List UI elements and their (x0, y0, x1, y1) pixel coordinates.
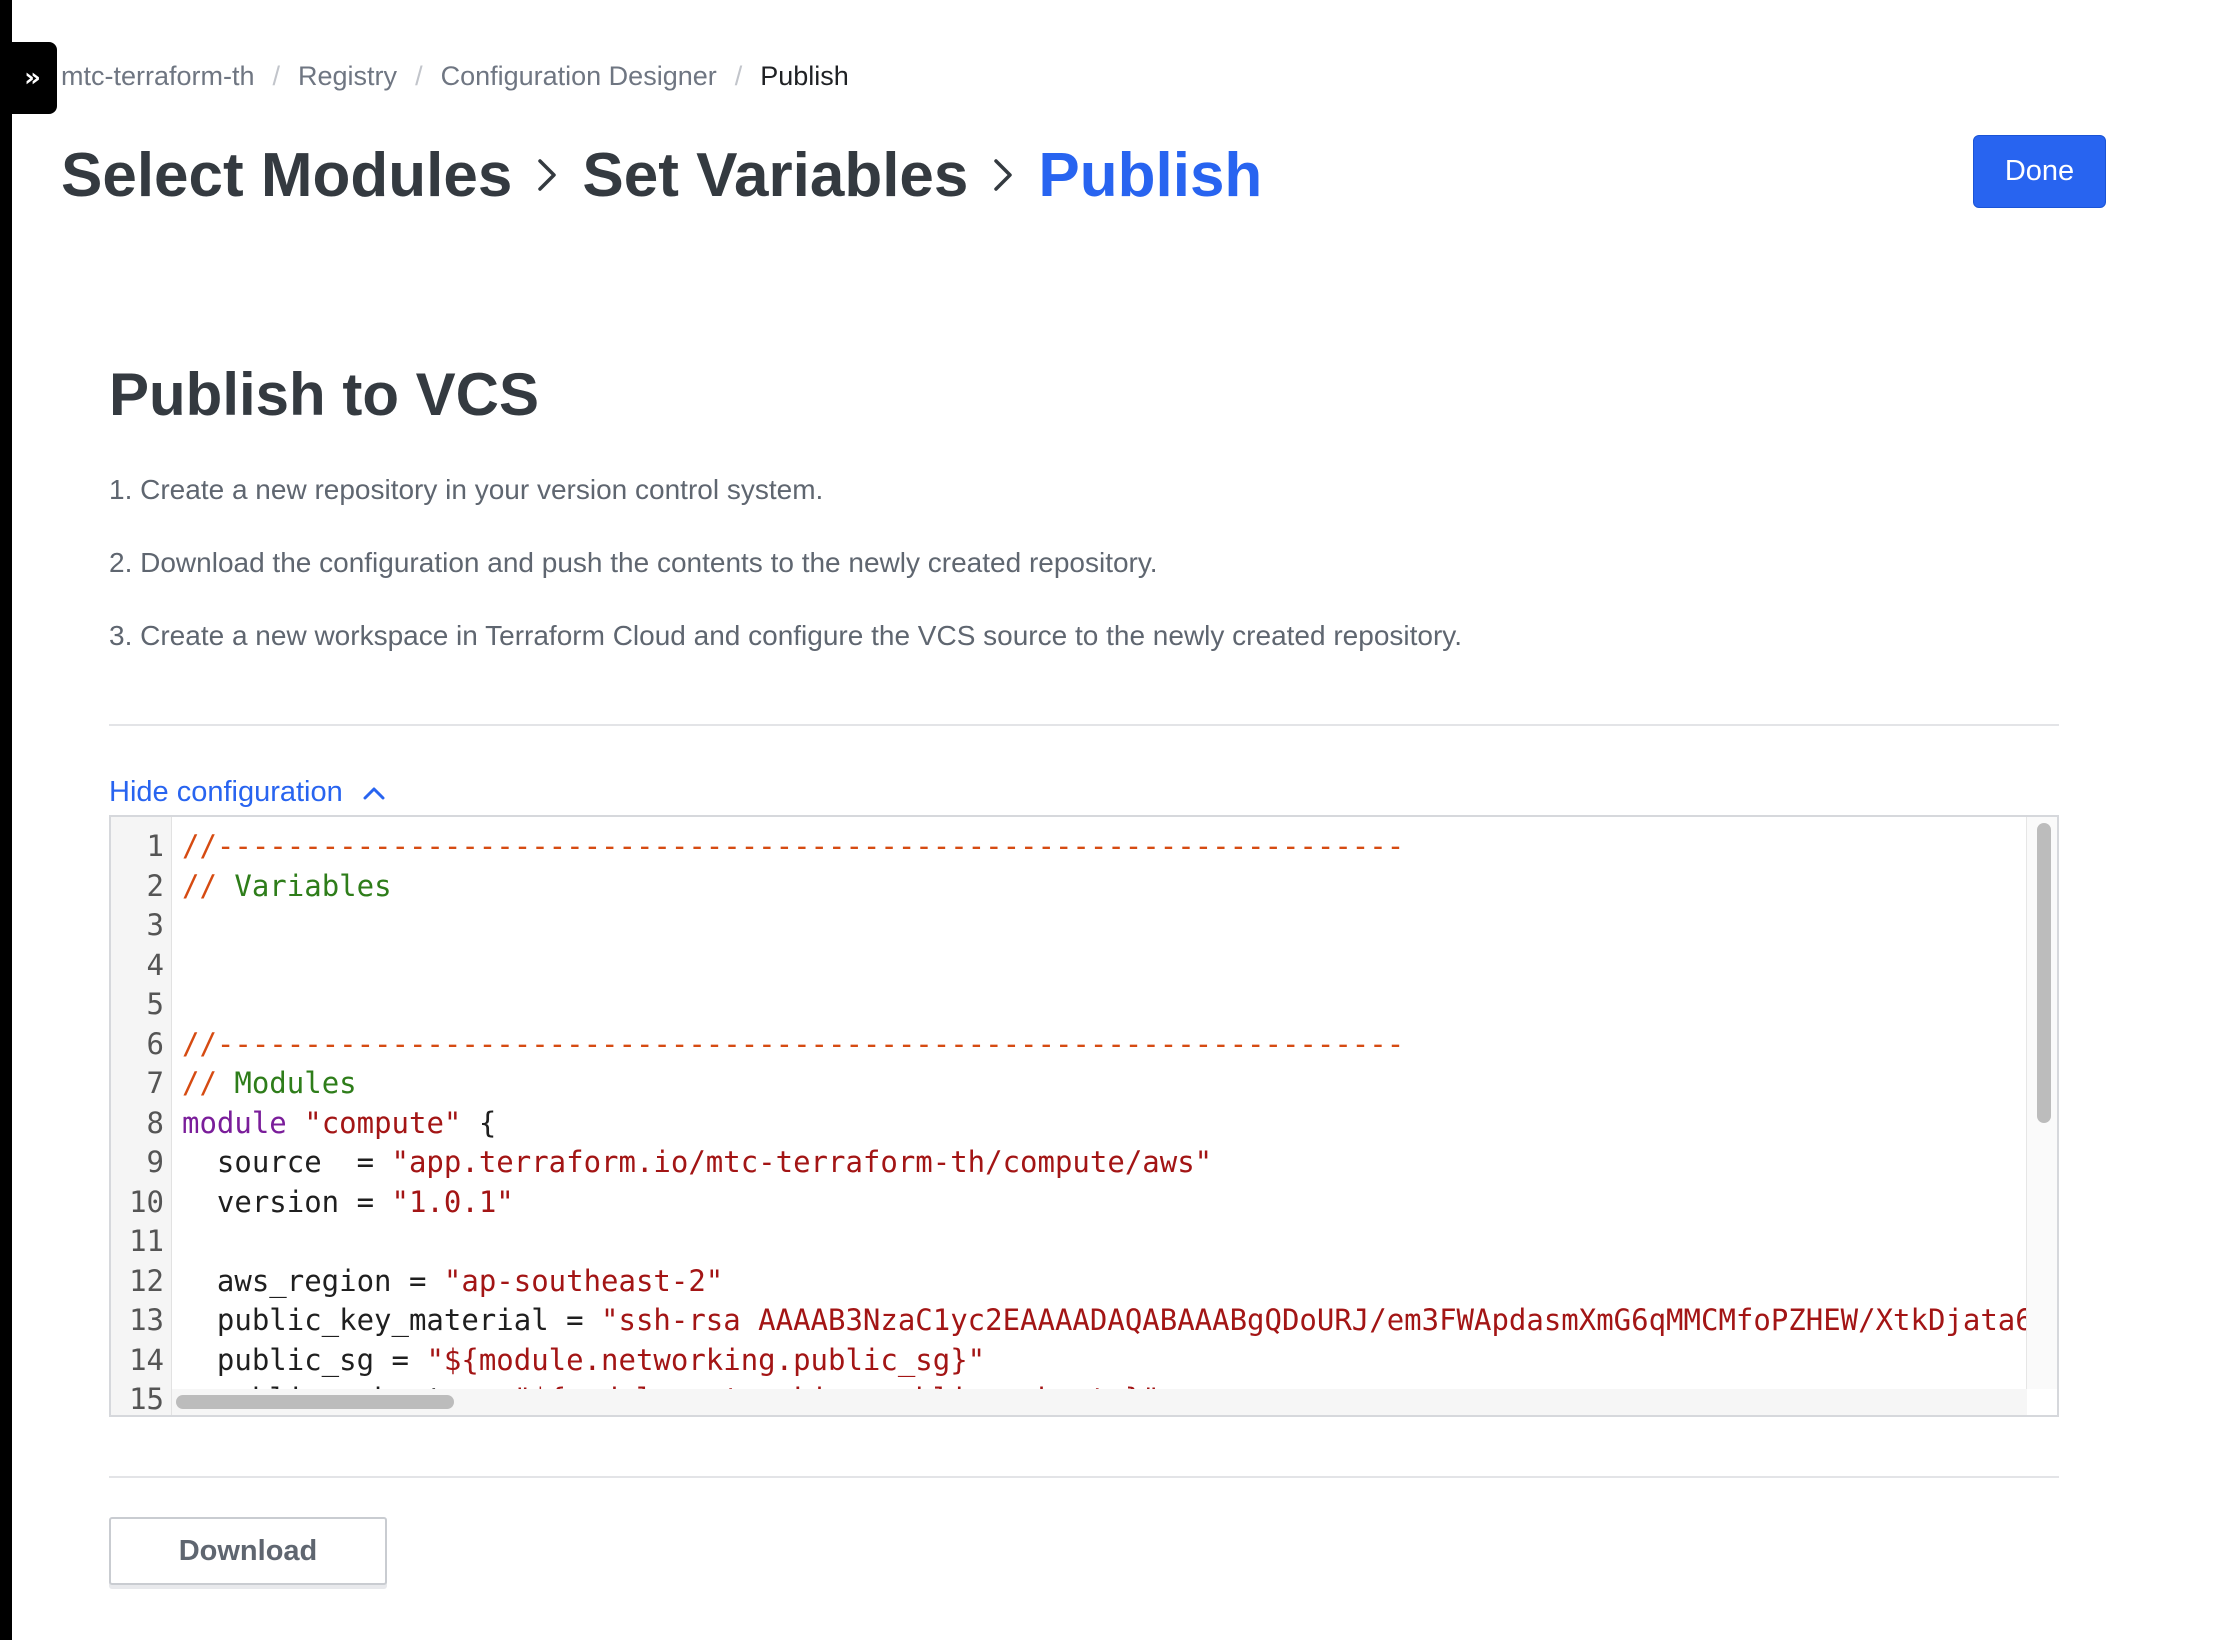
code-text: //--------------------------------------… (172, 827, 2042, 867)
code-token: source = (182, 1145, 392, 1179)
code-token: "ssh-rsa AAAAB3NzaC1yc2EAAAADAQABAAABgQD… (601, 1303, 2042, 1337)
code-text: //--------------------------------------… (172, 1025, 2042, 1065)
code-text: // Variables (172, 867, 2042, 907)
breadcrumb-configuration-designer[interactable]: Configuration Designer (441, 61, 717, 92)
code-token: //--------------------------------------… (182, 829, 1405, 863)
line-number: 15 (129, 1382, 164, 1416)
code-line: 13 public_key_material = "ssh-rsa AAAAB3… (111, 1301, 2057, 1341)
toggle-label: Hide configuration (109, 776, 343, 808)
code-token: "app.terraform.io/mtc-terraform-th/compu… (391, 1145, 1213, 1179)
code-token: "compute" (304, 1105, 462, 1140)
sidebar-expand-button[interactable]: » (0, 42, 57, 114)
chevron-up-icon (363, 787, 385, 799)
line-number: 4 (146, 947, 164, 982)
code-lines: 1 //-------------------------------------… (111, 827, 2057, 1416)
code-token: //--------------------------------------… (182, 1026, 1405, 1061)
code-line: 4 (111, 946, 2057, 986)
code-token: public_key_material = (182, 1303, 602, 1337)
code-text: source = "app.terraform.io/mtc-terraform… (172, 1143, 2042, 1183)
code-editor[interactable]: 1 //-------------------------------------… (109, 815, 2059, 1417)
wizard-steps: Select Modules Set Variables Publish (61, 135, 1262, 215)
code-line: 5 (111, 985, 2057, 1025)
code-text: // Modules (172, 1064, 2042, 1104)
instruction-list: 1. Create a new repository in your versi… (109, 474, 1462, 693)
divider (109, 1476, 2059, 1478)
code-text: version = "1.0.1" (172, 1183, 2042, 1223)
breadcrumb-org[interactable]: mtc-terraform-th (61, 61, 255, 92)
code-line: 1 //-------------------------------------… (111, 827, 2057, 867)
code-token: "ap-southeast-2" (443, 1263, 724, 1298)
code-token: "${module.networking.public_sg}" (426, 1342, 986, 1377)
breadcrumb-separator: / (734, 60, 743, 91)
breadcrumb: mtc-terraform-th / Registry / Configurat… (61, 56, 849, 96)
code-line: 8 module "compute" { (111, 1104, 2057, 1144)
vertical-scrollbar-thumb[interactable] (2037, 823, 2051, 1123)
breadcrumb-separator: / (415, 60, 423, 91)
breadcrumb-registry[interactable]: Registry (298, 61, 397, 92)
sidebar-edge (0, 0, 12, 1640)
horizontal-scrollbar-thumb[interactable] (176, 1395, 454, 1409)
line-number: 13 (129, 1303, 164, 1337)
download-button[interactable]: Download (109, 1517, 387, 1585)
instruction-item: 3. Create a new workspace in Terraform C… (109, 620, 1462, 651)
line-number: 10 (129, 1184, 164, 1219)
code-token: public_sg = (182, 1342, 427, 1377)
code-token: aws_region = (182, 1263, 444, 1298)
done-button[interactable]: Done (1973, 135, 2106, 208)
step-set-variables[interactable]: Set Variables (582, 140, 968, 211)
code-text: aws_region = "ap-southeast-2" (172, 1262, 2042, 1302)
line-number: 9 (146, 1145, 164, 1179)
chevron-right-icon (512, 158, 582, 192)
chevron-right-icon (968, 158, 1038, 192)
instruction-item: 2. Download the configuration and push t… (109, 547, 1158, 578)
code-token: version = (182, 1184, 392, 1219)
code-token: { (461, 1105, 497, 1140)
code-line: 3 (111, 906, 2057, 946)
breadcrumb-current: Publish (760, 60, 849, 91)
code-line: 6 //-------------------------------------… (111, 1025, 2057, 1065)
code-token: Variables (234, 868, 392, 903)
line-number: 7 (146, 1066, 164, 1100)
code-line: 9 source = "app.terraform.io/mtc-terrafo… (111, 1143, 2057, 1183)
line-number: 1 (146, 829, 164, 863)
line-number: 6 (146, 1026, 164, 1061)
code-text: module "compute" { (172, 1104, 2042, 1144)
double-chevron-right-icon: » (24, 63, 41, 93)
page-title: Publish to VCS (109, 361, 540, 428)
code-text: public_sg = "${module.networking.public_… (172, 1341, 2042, 1381)
code-line: 2// Variables (111, 867, 2057, 907)
code-token: // (182, 1066, 235, 1100)
code-line: 11 (111, 1222, 2057, 1262)
code-token: module (182, 1105, 287, 1140)
code-text: public_key_material = "ssh-rsa AAAAB3Nza… (172, 1301, 2042, 1341)
code-line: 7// Modules (111, 1064, 2057, 1104)
code-line: 14 public_sg = "${module.networking.publ… (111, 1341, 2057, 1381)
hide-configuration-toggle[interactable]: Hide configuration (109, 776, 385, 809)
code-token: // (182, 868, 235, 903)
line-number: 2 (146, 868, 164, 903)
line-number: 5 (146, 987, 164, 1021)
code-token: Modules (234, 1066, 357, 1100)
step-select-modules[interactable]: Select Modules (61, 140, 512, 211)
instruction-item: 1. Create a new repository in your versi… (109, 474, 824, 505)
step-publish: Publish (1038, 140, 1263, 210)
code-line: 10 version = "1.0.1" (111, 1183, 2057, 1223)
breadcrumb-separator: / (272, 60, 281, 91)
code-token: "1.0.1" (391, 1184, 514, 1219)
line-number: 12 (129, 1263, 164, 1298)
line-number: 14 (129, 1342, 164, 1377)
line-number: 11 (129, 1224, 164, 1258)
code-line: 12 aws_region = "ap-southeast-2" (111, 1262, 2057, 1302)
line-number: 8 (146, 1105, 164, 1140)
divider (109, 724, 2059, 726)
line-number: 3 (146, 908, 164, 942)
